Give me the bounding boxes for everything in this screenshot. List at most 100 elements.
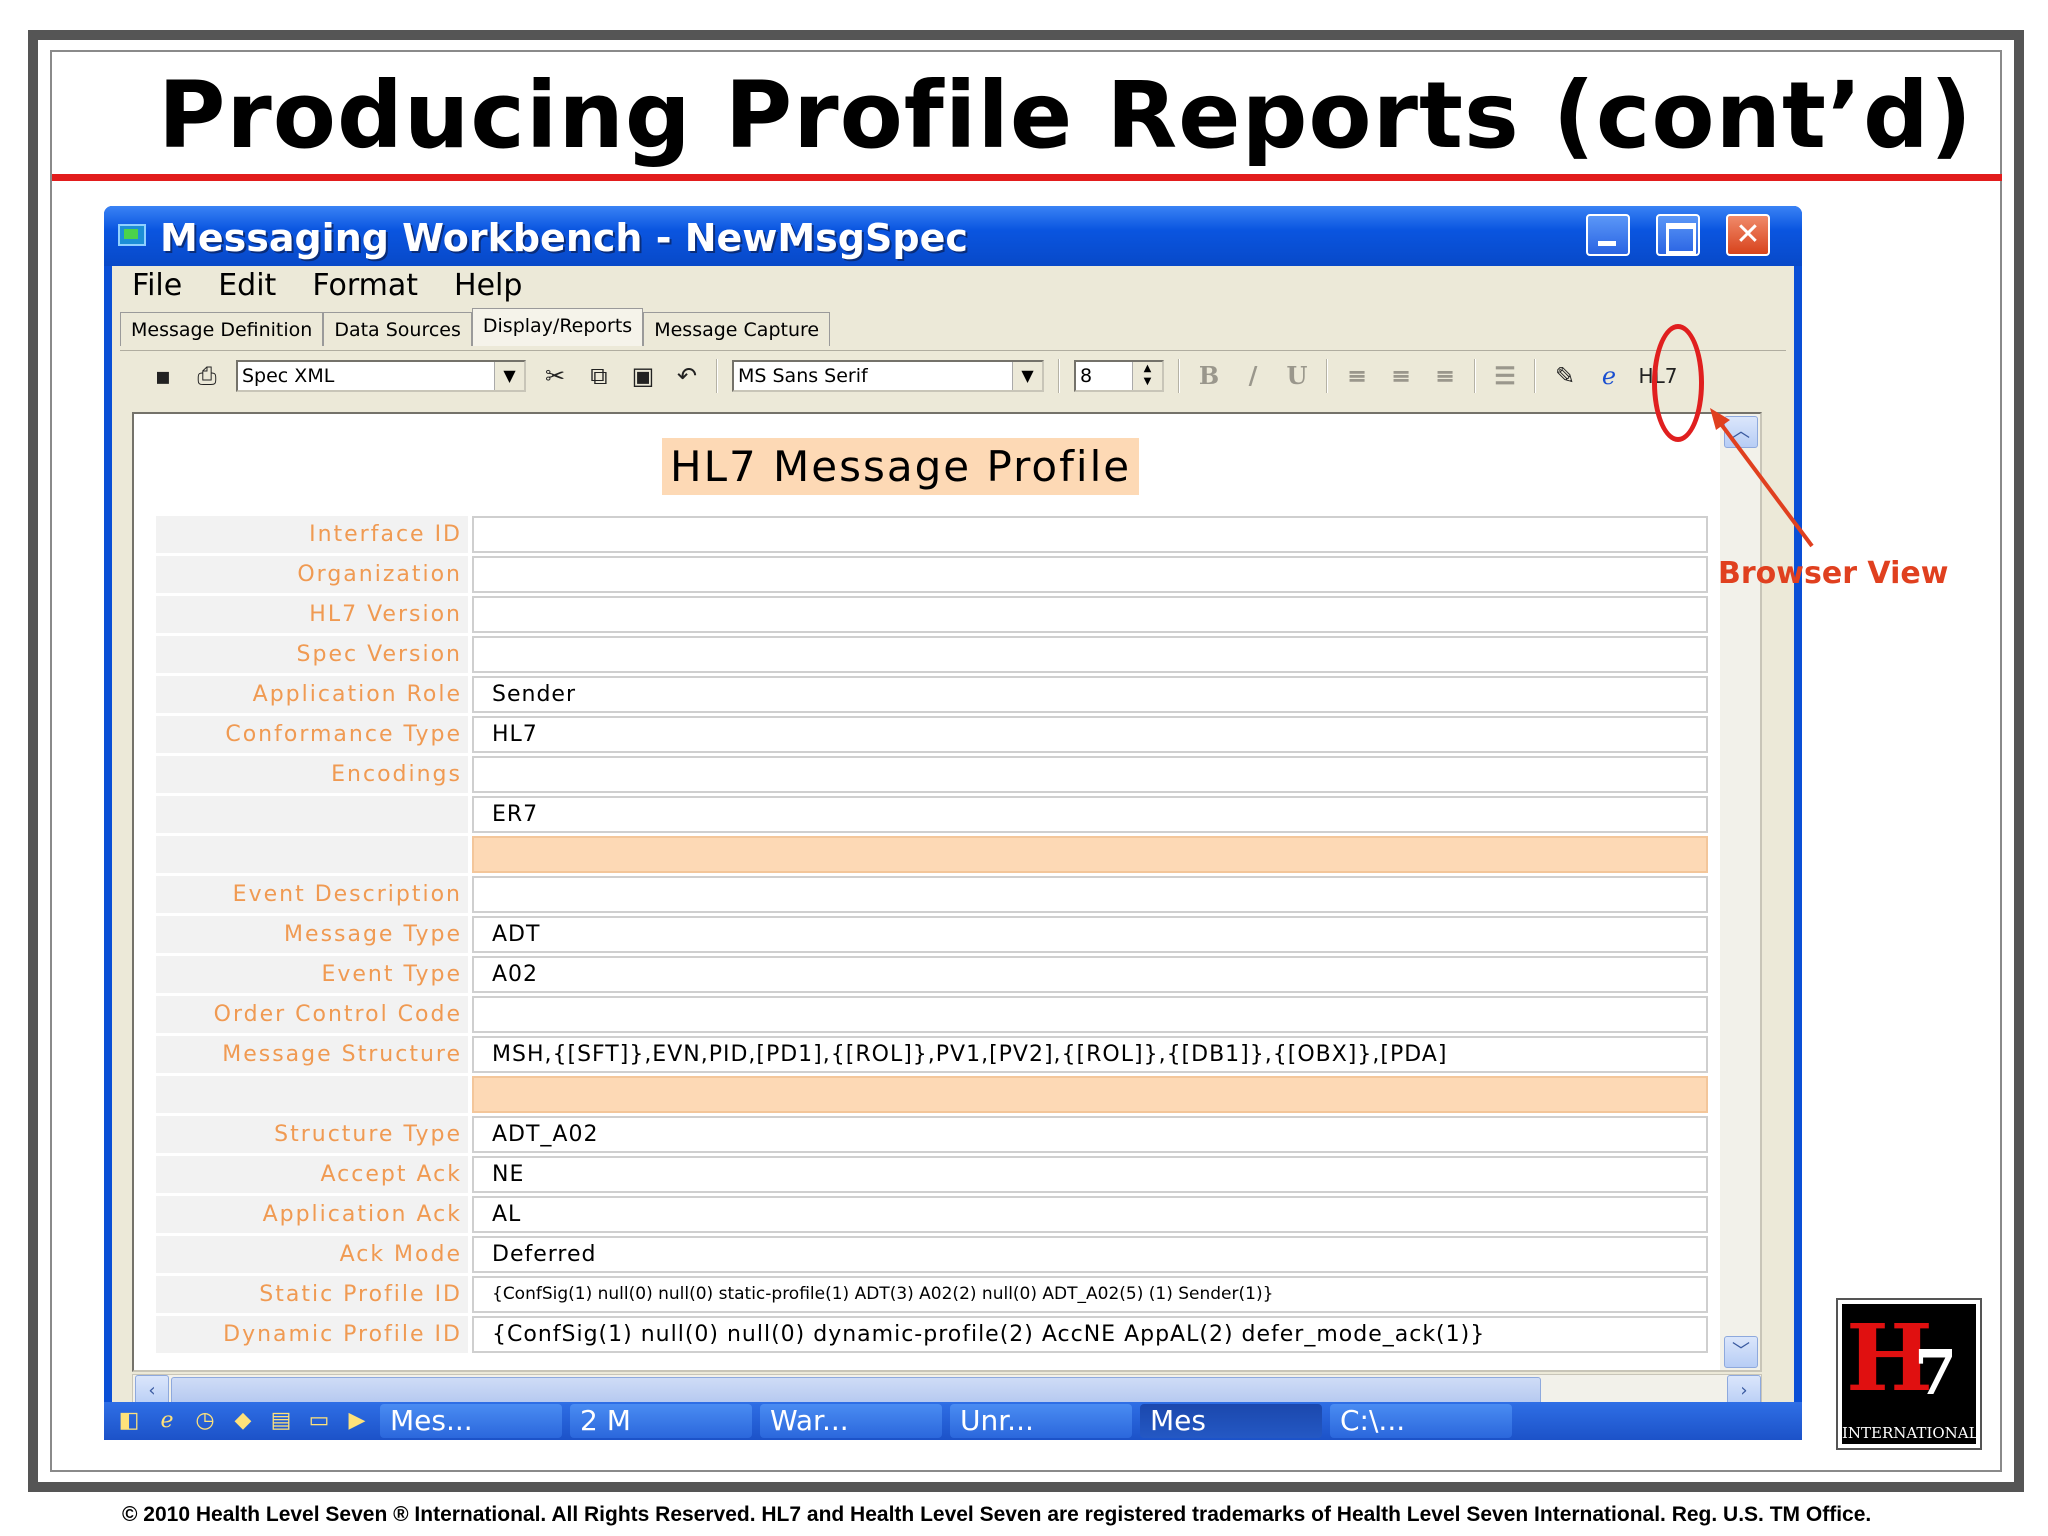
report-heading: HL7 Message Profile <box>662 438 1140 495</box>
paste-icon[interactable]: ▣ <box>628 362 658 390</box>
align-right-icon[interactable]: ≡ <box>1430 361 1460 390</box>
media-icon[interactable]: ▶ <box>342 1407 372 1435</box>
copyright-footer: © 2010 Health Level Seven ® Internationa… <box>122 1503 1872 1526</box>
taskbar-button[interactable]: Mes... <box>380 1404 562 1438</box>
field-label: Order Control Code <box>156 996 468 1033</box>
taskbar-button[interactable]: War... <box>760 1404 942 1438</box>
clock-icon[interactable]: ◷ <box>190 1407 220 1435</box>
field-label <box>156 796 468 833</box>
chevron-down-icon[interactable]: ▼ <box>1012 361 1042 390</box>
toolbar-separator <box>716 358 718 393</box>
font-size-stepper[interactable]: 8 ▲ ▼ <box>1074 359 1164 392</box>
copy-icon[interactable]: ⧉ <box>584 362 614 390</box>
table-row: Ack Mode Deferred <box>156 1236 1708 1273</box>
menu-edit[interactable]: Edit <box>218 268 276 303</box>
browser-view-icon[interactable]: ℯ <box>1594 362 1624 390</box>
field-label <box>156 1076 468 1113</box>
app-quicklaunch-icon[interactable]: ◆ <box>228 1407 258 1435</box>
italic-icon[interactable]: / <box>1238 361 1268 390</box>
tab-message-definition[interactable]: Message Definition <box>120 312 324 346</box>
field-label: Event Type <box>156 956 468 993</box>
menu-help[interactable]: Help <box>454 268 522 303</box>
undo-icon[interactable]: ↶ <box>672 362 702 390</box>
toolbar-separator <box>1058 358 1060 393</box>
tab-data-sources[interactable]: Data Sources <box>323 312 472 346</box>
bold-icon[interactable]: B <box>1194 361 1224 390</box>
desktop-icon[interactable]: ◧ <box>114 1407 144 1435</box>
toolbar-separator <box>1326 358 1328 393</box>
align-left-icon[interactable]: ≡ <box>1342 361 1372 390</box>
logo-text: INTERNATIONAL <box>1842 1424 1979 1442</box>
table-row: Organization <box>156 556 1708 593</box>
table-row: ER7 <box>156 796 1708 833</box>
taskbar-button[interactable]: 2 M <box>570 1404 752 1438</box>
table-row <box>156 836 1708 873</box>
field-label: Interface ID <box>156 516 468 553</box>
app-quicklaunch-icon[interactable]: ▤ <box>266 1407 296 1435</box>
field-label: Spec Version <box>156 636 468 673</box>
field-value: ADT_A02 <box>472 1116 1708 1153</box>
menu-format[interactable]: Format <box>312 268 418 303</box>
bullets-icon[interactable]: ☰ <box>1490 361 1520 390</box>
field-value <box>472 1076 1708 1113</box>
taskbar-button[interactable]: C:\... <box>1330 1404 1512 1438</box>
field-label: Accept Ack <box>156 1156 468 1193</box>
font-select[interactable]: MS Sans Serif ▼ <box>732 359 1044 392</box>
scroll-down-icon[interactable]: ﹀ <box>1724 1336 1758 1368</box>
field-label: Dynamic Profile ID <box>156 1316 468 1353</box>
tab-display-reports[interactable]: Display/Reports <box>471 308 644 346</box>
field-value: A02 <box>472 956 1708 993</box>
logo-7: 7 <box>1914 1336 1958 1409</box>
cut-icon[interactable]: ✂ <box>540 362 570 390</box>
spinner-icon[interactable]: ▲ ▼ <box>1132 361 1162 390</box>
underline-icon[interactable]: U <box>1282 361 1312 390</box>
toolbar-separator <box>1474 358 1476 393</box>
title-divider <box>52 174 2002 181</box>
scroll-up-icon[interactable]: ︿ <box>1724 416 1758 448</box>
field-value: ADT <box>472 916 1708 953</box>
menu-bar: File Edit Format Help <box>112 266 1794 304</box>
ie-icon[interactable]: ℯ <box>152 1407 182 1435</box>
hl7-logo-mark: H 7 INTERNATIONAL <box>1842 1304 1979 1444</box>
field-value: {ConfSig(1) null(0) null(0) static-profi… <box>472 1276 1708 1313</box>
table-row: Structure Type ADT_A02 <box>156 1116 1708 1153</box>
field-value: ER7 <box>472 796 1708 833</box>
table-row: Event Type A02 <box>156 956 1708 993</box>
maximize-button[interactable] <box>1656 214 1700 256</box>
scroll-thumb[interactable] <box>171 1377 1541 1405</box>
table-row: Message Structure MSH,{[SFT]},EVN,PID,[PD… <box>156 1036 1708 1073</box>
table-row: HL7 Version <box>156 596 1708 633</box>
view-select[interactable]: Spec XML ▼ <box>236 359 526 392</box>
chevron-down-icon[interactable]: ▼ <box>494 361 524 390</box>
window-title: Messaging Workbench - NewMsgSpec <box>160 216 968 260</box>
field-label: Static Profile ID <box>156 1276 468 1313</box>
save-icon[interactable]: ▪ <box>148 362 178 390</box>
toolbar-separator <box>1178 358 1180 393</box>
taskbar-button-active[interactable]: Mes <box>1140 1404 1322 1438</box>
table-row: Message Type ADT <box>156 916 1708 953</box>
close-button[interactable]: ✕ <box>1726 214 1770 256</box>
table-row <box>156 1076 1708 1113</box>
folder-icon[interactable]: ▭ <box>304 1407 334 1435</box>
slide-title: Producing Profile Reports (cont’d) <box>158 62 1973 169</box>
hl7-logo: H 7 INTERNATIONAL <box>1836 1298 1982 1450</box>
tab-message-capture[interactable]: Message Capture <box>643 312 831 346</box>
highlighter-icon[interactable]: ✎ <box>1550 362 1580 390</box>
print-icon[interactable]: ⎙ <box>192 362 222 390</box>
menu-file[interactable]: File <box>132 268 182 303</box>
table-row: Event Description <box>156 876 1708 913</box>
field-value <box>472 636 1708 673</box>
font-size-value: 8 <box>1080 364 1093 387</box>
field-value <box>472 516 1708 553</box>
field-label: Structure Type <box>156 1116 468 1153</box>
highlight-ellipse <box>1652 324 1704 442</box>
table-row: Order Control Code <box>156 996 1708 1033</box>
minimize-button[interactable] <box>1586 214 1630 256</box>
align-center-icon[interactable]: ≡ <box>1386 361 1416 390</box>
toolbar-separator <box>1534 358 1536 393</box>
field-value: NE <box>472 1156 1708 1193</box>
font-select-value: MS Sans Serif <box>738 364 868 387</box>
taskbar-button[interactable]: Unr... <box>950 1404 1132 1438</box>
window-titlebar[interactable]: Messaging Workbench - NewMsgSpec ✕ <box>104 206 1802 266</box>
field-label: Organization <box>156 556 468 593</box>
